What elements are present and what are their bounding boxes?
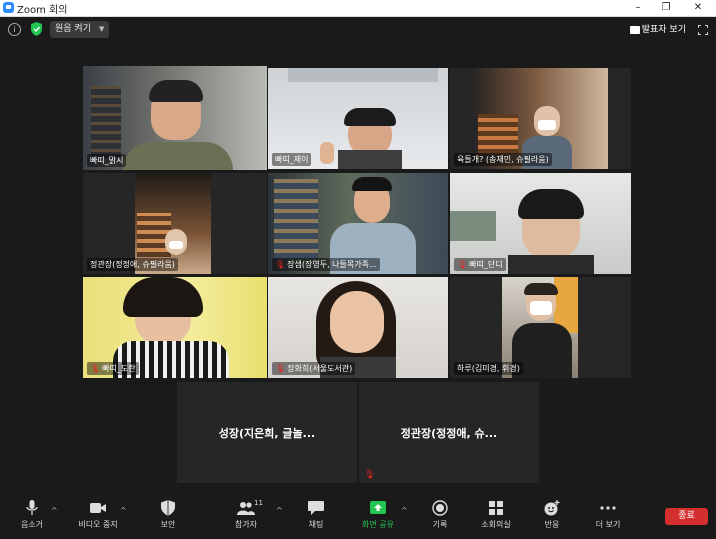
participant-hair (149, 80, 203, 102)
participants-icon (237, 502, 255, 515)
participant-tile[interactable]: 정관장(정정애, 슈필라움) (83, 173, 267, 274)
more-button[interactable]: 더 보기 (588, 500, 628, 530)
share-screen-label: 화면 공유 (362, 520, 394, 529)
participant-name: 빠띠_맑시 (87, 154, 127, 167)
stop-video-button[interactable]: 비디오 중지 (70, 500, 126, 530)
wall-bg (288, 68, 438, 82)
zoom-app-icon (3, 2, 14, 13)
microphone-icon (26, 500, 38, 515)
security-label: 보안 (160, 520, 176, 529)
participant-tile[interactable]: 🎙 장샘(장영두, 나들목가족... (268, 173, 448, 274)
participants-options-caret[interactable]: ^ (276, 506, 283, 515)
reactions-label: 반응 (544, 520, 560, 529)
participant-tile[interactable]: 🎙 빠띠_도란 (83, 277, 267, 378)
participants-count: 11 (254, 499, 263, 507)
chevron-down-icon: ▼ (98, 25, 105, 33)
record-button[interactable]: 기록 (424, 500, 456, 530)
more-dots-icon (600, 506, 616, 510)
share-screen-button[interactable]: 화면 공유 (356, 500, 400, 530)
fullscreen-icon[interactable] (698, 25, 708, 35)
info-icon[interactable]: i (8, 23, 21, 36)
muted-mic-icon: 🎙 (364, 470, 376, 480)
participant-name: 🎙 장화희(서울도서관) (272, 362, 356, 375)
participant-tile[interactable]: 빠띠_제이 (268, 68, 448, 169)
video-options-caret[interactable]: ^ (120, 506, 127, 515)
speaker-view-icon (629, 25, 640, 34)
share-screen-icon (370, 501, 386, 514)
stop-video-label: 비디오 중지 (78, 520, 118, 529)
participant-name: 🎙 빠띠_단디 (454, 258, 506, 271)
share-options-caret[interactable]: ^ (401, 506, 408, 515)
face-mask (538, 120, 556, 130)
breakout-rooms-button[interactable]: 소회의실 (476, 500, 516, 530)
participant-name: 빠띠_제이 (272, 153, 312, 166)
participant-tile[interactable]: 🎙 빠띠_단디 (450, 173, 631, 274)
participant-name: 🎙 장샘(장영두, 나들목가족... (272, 258, 380, 271)
breakout-rooms-label: 소회의실 (481, 520, 511, 529)
participants-label: 참가자 (234, 520, 258, 529)
muted-mic-icon: 🎙 (457, 260, 468, 269)
bookshelf-bg (478, 114, 518, 154)
bookshelf-bg (274, 179, 318, 259)
smiley-plus-icon (544, 500, 560, 516)
end-meeting-button[interactable]: 종료 (665, 508, 708, 525)
participant-tile[interactable]: 하루(김미경, 휘경) (450, 277, 631, 378)
participant-hair (518, 189, 584, 219)
participant-tile[interactable]: 빠띠_맑시 (83, 66, 267, 170)
meeting-toolbar: 음소거 ^ 비디오 중지 ^ 보안 참가자 11 ^ 채팅 화면 공유 ^ 기록… (0, 496, 716, 539)
window-titlebar: Zoom 회의 – ❐ ✕ (0, 0, 716, 17)
muted-mic-icon: 🎙 (275, 260, 286, 269)
bookshelf-bg (91, 86, 121, 158)
window-title: Zoom 회의 (17, 5, 68, 16)
mute-button[interactable]: 음소거 (14, 500, 50, 530)
reactions-button[interactable]: 반응 (536, 500, 568, 530)
participant-name: 육들개? (송재민, 슈필라움) (454, 153, 552, 166)
minimize-button[interactable]: – (624, 0, 652, 16)
more-label: 더 보기 (595, 520, 621, 529)
muted-mic-icon: 🎙 (90, 364, 101, 373)
face-mask (169, 241, 183, 249)
participant-tile[interactable]: 육들개? (송재민, 슈필라움) (450, 68, 631, 169)
security-button[interactable]: 보안 (150, 500, 186, 530)
face-mask (530, 301, 552, 315)
record-icon (432, 500, 448, 516)
close-button[interactable]: ✕ (684, 0, 712, 16)
speaker-view-button[interactable]: 발표자 보기 (629, 22, 686, 38)
participant-name-center: 정관장(정정애, 슈... (400, 426, 498, 440)
participant-body (508, 255, 594, 274)
participant-body (123, 142, 233, 170)
participant-name: 🎙 빠띠_도란 (87, 362, 139, 375)
chat-bubble-icon (308, 501, 324, 515)
muted-mic-icon: 🎙 (275, 364, 286, 373)
participant-body (338, 150, 402, 169)
record-label: 기록 (432, 520, 448, 529)
waving-hand (320, 142, 334, 164)
participant-tile-video-off[interactable]: 정관장(정정애, 슈... 🎙 (359, 382, 539, 483)
participant-hair (352, 177, 392, 191)
participant-name: 하루(김미경, 휘경) (454, 362, 523, 375)
original-sound-button[interactable]: 원음 켜기 ▼ (50, 21, 110, 38)
participant-hair (524, 283, 558, 295)
participant-tile[interactable]: 🎙 장화희(서울도서관) (268, 277, 448, 378)
original-sound-label: 원음 켜기 (55, 24, 91, 34)
chat-button[interactable]: 채팅 (298, 500, 334, 530)
chat-label: 채팅 (308, 520, 324, 529)
participant-face (330, 291, 384, 353)
speaker-view-label: 발표자 보기 (641, 25, 686, 35)
participant-name-center: 성장(지은희, 글놀... (218, 426, 316, 440)
restore-button[interactable]: ❐ (652, 0, 680, 16)
participant-name: 정관장(정정애, 슈필라움) (87, 258, 178, 271)
video-camera-icon (90, 503, 106, 513)
breakout-rooms-icon (489, 501, 503, 515)
participant-hair (344, 108, 396, 126)
mute-label: 음소거 (20, 520, 44, 529)
security-shield-icon (161, 500, 175, 516)
participant-tile-video-off[interactable]: 성장(지은희, 글놀... (177, 382, 357, 483)
meeting-topbar: i 원음 켜기 ▼ 발표자 보기 (0, 17, 716, 43)
encryption-shield-icon[interactable] (30, 22, 43, 36)
audio-options-caret[interactable]: ^ (51, 506, 58, 515)
plants-bg (450, 211, 496, 241)
